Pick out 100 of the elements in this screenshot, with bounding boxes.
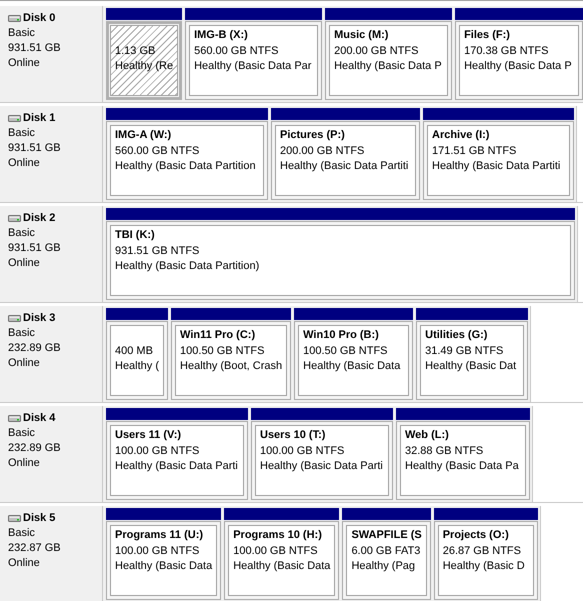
disk-status: Online [8, 156, 41, 171]
partition-size: 170.38 GB NTFS [464, 44, 550, 58]
partition-header-bar [106, 308, 168, 320]
partition-status: Healthy (Basic Data Parti [260, 459, 384, 474]
disk-info-panel[interactable]: Disk 4 Basic 232.89 GB Online [0, 406, 103, 502]
partition-label: TBI (K:) [115, 228, 156, 243]
partition-label: Win11 Pro (C:) [180, 328, 256, 343]
partition-size: 560.00 GB NTFS [115, 144, 200, 158]
disk-size: 931.51 GB [8, 141, 62, 156]
disk-size: 232.89 GB [8, 441, 62, 456]
partition-status: Healthy (Re [115, 59, 174, 74]
disk-type: Basic [8, 526, 36, 541]
partition-block[interactable]: Programs 10 (H:) 100.00 GB NTFS Healthy (Basic Data [224, 521, 340, 600]
partition-size: 100.50 GB NTFS [180, 344, 266, 358]
partition-status: Healthy (Basic Data Par [194, 59, 312, 74]
partition-block[interactable]: 1.13 GB Healthy (Re [106, 21, 182, 100]
partition-block[interactable]: TBI (K:) 931.51 GB NTFS Healthy (Basic Data Partition) [106, 221, 575, 300]
partition-size: 31.49 GB NTFS [425, 344, 504, 358]
disk-info-panel[interactable]: Disk 2 Basic 931.51 GB Online [0, 206, 103, 302]
partition-block[interactable]: Programs 11 (U:) 100.00 GB NTFS Healthy (Basic Data [106, 521, 222, 600]
disk-name: Disk 4 [23, 411, 56, 426]
disk-info-panel[interactable]: Disk 0 Basic 931.51 GB Online [0, 6, 103, 102]
partition-size: 100.00 GB NTFS [115, 444, 200, 458]
partition-block[interactable]: Web (L:) 32.88 GB NTFS Healthy (Basic Data Pa [396, 421, 530, 500]
partition-status: Healthy (Basic Data [115, 559, 212, 574]
drive-icon [8, 115, 21, 122]
partition-status: Healthy (Basic Data P [464, 59, 573, 74]
disk-size: 931.51 GB [8, 41, 62, 56]
partition-block[interactable]: Win10 Pro (B:) 100.50 GB NTFS Healthy (Basic Data [294, 321, 414, 400]
disk-info-panel[interactable]: Disk 5 Basic 232.87 GB Online [0, 506, 103, 601]
disk-status: Online [8, 56, 41, 71]
partition-status: Healthy (Basic Data Partition [115, 159, 257, 174]
partition-block[interactable]: 400 MB Healthy ( [106, 321, 168, 400]
partition-block[interactable]: IMG-A (W:) 560.00 GB NTFS Healthy (Basic Data Partition [106, 121, 268, 200]
partition-block[interactable]: Files (F:) 170.38 GB NTFS Healthy (Basic Data P [455, 21, 583, 100]
disk-status: Online [8, 456, 41, 471]
partition-block[interactable]: Utilities (G:) 31.49 GB NTFS Healthy (Basic Dat [416, 321, 528, 400]
partition-size: 171.51 GB NTFS [432, 144, 518, 158]
partition-status: Healthy (Boot, Crash [180, 359, 282, 374]
partition-label: IMG-A (W:) [115, 128, 172, 143]
drive-icon [8, 315, 21, 322]
disk-status: Online [8, 356, 41, 371]
partition-status: Healthy (Basic Data Partiti [280, 159, 410, 174]
partition-block[interactable]: SWAPFILE (S 6.00 GB FAT3 Healthy (Pag [342, 521, 431, 600]
partition-size: 931.51 GB NTFS [115, 244, 200, 258]
partition-label: Archive (I:) [432, 128, 490, 143]
partition-size: 1.13 GB [115, 44, 156, 58]
disk-name: Disk 0 [23, 11, 56, 26]
disk-type: Basic [8, 126, 36, 141]
partition-size: 200.00 GB NTFS [280, 144, 366, 158]
partition-status: Healthy (Basic Data Parti [115, 459, 239, 474]
disk-info-panel[interactable]: Disk 1 Basic 931.51 GB Online [0, 106, 103, 202]
partition-block[interactable]: Projects (O:) 26.87 GB NTFS Healthy (Basic D [434, 521, 538, 600]
partition-block[interactable]: Archive (I:) 171.51 GB NTFS Healthy (Basic Data Partiti [423, 121, 574, 200]
drive-icon [8, 215, 21, 222]
partition-label: Projects (O:) [442, 528, 510, 543]
disk-name: Disk 3 [23, 311, 56, 326]
partition-block[interactable]: Users 10 (T:) 100.00 GB NTFS Healthy (Basic Data Parti [251, 421, 393, 500]
disk-name: Disk 5 [23, 511, 56, 526]
partition-size: 6.00 GB FAT3 [351, 544, 422, 558]
disk-info-panel[interactable]: Disk 3 Basic 232.89 GB Online [0, 306, 103, 402]
partition-label: Utilities (G:) [425, 328, 488, 343]
partition-label: Programs 11 (U:) [115, 528, 204, 543]
disk-size: 931.51 GB [8, 241, 62, 256]
disk-type: Basic [8, 26, 36, 41]
disk-size: 232.89 GB [8, 341, 62, 356]
partition-block[interactable]: IMG-B (X:) 560.00 GB NTFS Healthy (Basic Data Par [185, 21, 322, 100]
partition-block[interactable]: Win11 Pro (C:) 100.50 GB NTFS Healthy (Boot, Crash [171, 321, 292, 400]
partition-status: Healthy (Basic Dat [425, 359, 518, 374]
partition-status: Healthy (Basic Data Partiti [432, 159, 562, 174]
partition-status: Healthy (Basic Data Partition) [115, 259, 260, 274]
partition-block[interactable]: Pictures (P:) 200.00 GB NTFS Healthy (Basic Data Partiti [271, 121, 420, 200]
partition-label: IMG-B (X:) [194, 28, 249, 43]
partition-block[interactable]: Music (M:) 200.00 GB NTFS Healthy (Basic Data P [325, 21, 452, 100]
partition-size: 200.00 GB NTFS [334, 44, 420, 58]
partition-block[interactable]: Users 11 (V:) 100.00 GB NTFS Healthy (Basic Data Parti [106, 421, 248, 500]
disk-type: Basic [8, 226, 36, 241]
partition-label: Pictures (P:) [280, 128, 346, 143]
partition-size: 100.00 GB NTFS [260, 444, 346, 458]
disk-type: Basic [8, 326, 36, 341]
partition-label: Users 10 (T:) [260, 428, 326, 443]
disk-type: Basic [8, 426, 36, 441]
partition-size: 26.87 GB NTFS [442, 544, 522, 558]
drive-icon [8, 415, 21, 422]
disk-size: 232.87 GB [8, 541, 62, 556]
partition-size: 100.00 GB NTFS [115, 544, 200, 558]
partition-size: 32.88 GB NTFS [405, 444, 484, 458]
partition-status: Healthy (Pag [351, 559, 416, 574]
partition-label: Music (M:) [334, 28, 390, 43]
disk-name: Disk 1 [23, 111, 56, 126]
disk-name: Disk 2 [23, 211, 56, 226]
partition-label: Users 11 (V:) [115, 428, 182, 443]
partition-label: Win10 Pro (B:) [303, 328, 380, 343]
partition-label: Files (F:) [464, 28, 511, 43]
partition-status: Healthy (Basic D [442, 559, 526, 574]
partition-size: 400 MB [115, 344, 154, 358]
partition-size: 560.00 GB NTFS [194, 44, 280, 58]
partition-status: Healthy (Basic Data Pa [405, 459, 520, 474]
partition-label: Programs 10 (H:) [233, 528, 323, 543]
partition-status: Healthy ( [115, 359, 160, 374]
